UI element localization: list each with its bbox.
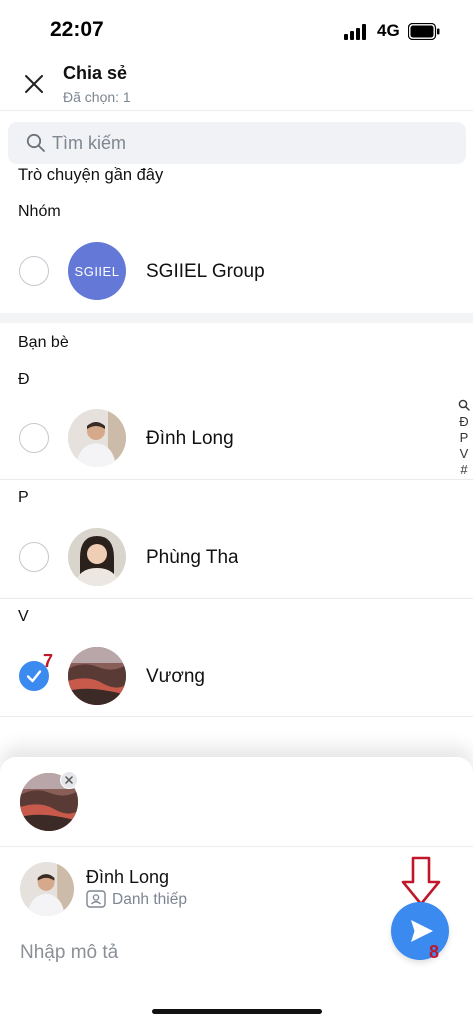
send-button[interactable] — [391, 902, 449, 960]
avatar-phung-tha — [68, 528, 126, 586]
contact-name-sgiiel-group: SGIIEL Group — [146, 261, 265, 282]
letter-heading-d: Đ — [18, 371, 30, 388]
close-icon — [25, 75, 43, 93]
row-divider — [0, 598, 473, 599]
contact-name-dinh-long: Đình Long — [146, 428, 234, 449]
avatar-text: SGIIEL — [74, 263, 120, 279]
contact-name-vuong: Vương — [146, 666, 205, 687]
avatar-dinh-long — [68, 409, 126, 467]
header-divider — [0, 110, 473, 111]
recent-chats-heading: Trò chuyện gần đây — [18, 166, 164, 184]
letter-heading-p: P — [18, 489, 29, 506]
page-title: Chia sẻ — [63, 63, 128, 83]
groups-heading: Nhóm — [18, 203, 61, 220]
search-input[interactable] — [52, 124, 452, 162]
checkmark-icon — [26, 670, 42, 683]
letter-heading-v: V — [18, 608, 29, 625]
card-subtitle: Danh thiếp — [112, 891, 187, 908]
friends-heading: Bạn bè — [18, 334, 69, 351]
index-letter[interactable]: Đ — [459, 414, 468, 430]
signal-icon — [344, 24, 366, 40]
search-icon[interactable] — [458, 398, 470, 412]
avatar-sgiiel-group: SGIIEL — [68, 242, 126, 300]
battery-icon — [408, 23, 440, 40]
row-divider — [0, 479, 473, 480]
card-name: Đình Long — [86, 867, 170, 887]
annotation-step-8: 8 — [429, 942, 440, 962]
annotation-step-7: 7 — [43, 651, 54, 671]
arrow-down-annotation-icon — [401, 856, 441, 906]
alphabet-index[interactable]: Đ P V # — [456, 398, 472, 478]
checkbox-dinh-long[interactable] — [19, 423, 49, 453]
index-letter[interactable]: V — [460, 446, 469, 462]
selected-count: Đã chọn: 1 — [63, 89, 131, 105]
contact-name-phung-tha: Phùng Tha — [146, 547, 238, 568]
section-gap — [0, 313, 473, 323]
sheet-divider — [0, 846, 473, 847]
status-time: 22:07 — [50, 18, 104, 41]
search-icon — [26, 133, 45, 152]
close-button[interactable] — [16, 66, 52, 102]
avatar-vuong — [68, 647, 126, 705]
row-divider — [0, 716, 473, 717]
card-avatar-dinh-long — [20, 862, 74, 916]
network-label: 4G — [377, 21, 400, 40]
remove-selected-button[interactable] — [60, 771, 78, 789]
description-input[interactable] — [20, 936, 380, 970]
send-icon — [410, 920, 433, 942]
checkbox-sgiiel-group[interactable] — [19, 256, 49, 286]
home-indicator — [152, 1009, 322, 1014]
checkbox-phung-tha[interactable] — [19, 542, 49, 572]
index-letter[interactable]: # — [460, 462, 467, 478]
close-icon — [65, 776, 73, 784]
contact-card-icon — [86, 890, 106, 908]
index-letter[interactable]: P — [460, 430, 469, 446]
